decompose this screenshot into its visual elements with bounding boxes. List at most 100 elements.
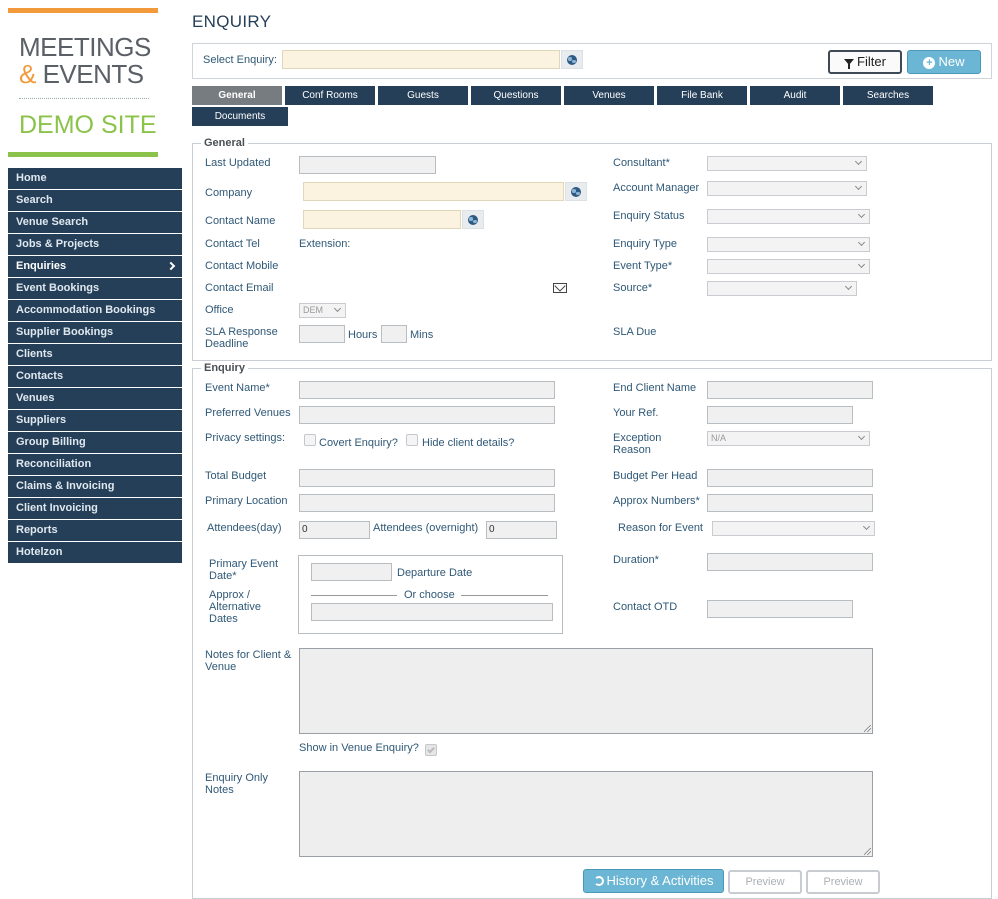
- office-select[interactable]: DEM: [299, 303, 346, 318]
- source-label: Source*: [613, 282, 653, 294]
- or-choose-label: Or choose: [404, 589, 455, 601]
- duration-input[interactable]: [707, 553, 873, 571]
- sidebar-item-enquiries[interactable]: Enquiries: [8, 256, 182, 277]
- sidebar-item-clients[interactable]: Clients: [8, 344, 182, 365]
- tab-conf-rooms[interactable]: Conf Rooms: [285, 86, 375, 105]
- sla-hours-input[interactable]: [299, 325, 345, 343]
- event-type-label: Event Type*: [613, 260, 673, 272]
- sidebar-item-search[interactable]: Search: [8, 190, 182, 211]
- or-choose-divider-right: [461, 595, 548, 596]
- sidebar-item-group-billing[interactable]: Group Billing: [8, 432, 182, 453]
- approx-dates-input[interactable]: [311, 603, 553, 621]
- company-input[interactable]: [303, 182, 564, 201]
- history-icon: [593, 876, 604, 886]
- preferred-venues-input[interactable]: [299, 406, 555, 424]
- enquiry-legend: Enquiry: [201, 362, 248, 374]
- tab-file-bank[interactable]: File Bank: [657, 86, 747, 105]
- approx-numbers-input[interactable]: [707, 494, 873, 512]
- resize-handle-icon[interactable]: [864, 725, 871, 732]
- sidebar-item-client-invoicing[interactable]: Client Invoicing: [8, 498, 182, 519]
- event-type-select[interactable]: [707, 259, 870, 274]
- tab-general[interactable]: General: [192, 86, 282, 105]
- sidebar-item-home[interactable]: Home: [8, 168, 182, 189]
- sidebar-item-venue-search[interactable]: Venue Search: [8, 212, 182, 233]
- tab-guests[interactable]: Guests: [378, 86, 468, 105]
- exception-reason-select[interactable]: N/A: [707, 431, 870, 446]
- primary-location-input[interactable]: [299, 494, 555, 512]
- sla-due-label: SLA Due: [613, 326, 657, 338]
- tab-searches[interactable]: Searches: [843, 86, 933, 105]
- company-label: Company: [205, 187, 253, 199]
- chevron-down-icon: [862, 522, 871, 531]
- company-lookup-button[interactable]: [565, 182, 587, 201]
- show-in-venue-checkbox[interactable]: [425, 744, 437, 756]
- sidebar-item-accommodation-bookings[interactable]: Accommodation Bookings: [8, 300, 182, 321]
- contact-otd-input[interactable]: [707, 600, 853, 618]
- source-select[interactable]: [707, 281, 857, 296]
- enquiry-type-select[interactable]: [707, 237, 870, 252]
- reason-for-event-select[interactable]: [712, 521, 875, 536]
- last-updated-field: [299, 156, 436, 174]
- sla-response-label: SLA Response Deadline: [205, 326, 278, 350]
- envelope-icon[interactable]: [553, 283, 567, 293]
- account-manager-label: Account Manager: [613, 182, 700, 194]
- tab-questions[interactable]: Questions: [471, 86, 561, 105]
- attendees-day-input[interactable]: 0: [299, 521, 370, 539]
- filter-button[interactable]: Filter: [828, 50, 902, 74]
- consultant-label: Consultant*: [613, 157, 670, 169]
- your-ref-label: Your Ref.: [613, 407, 659, 419]
- covert-enquiry-checkbox[interactable]: [304, 434, 316, 446]
- preview-button-2[interactable]: Preview: [806, 870, 880, 894]
- history-activities-button[interactable]: History & Activities: [583, 869, 724, 893]
- sidebar-item-jobs-projects[interactable]: Jobs & Projects: [8, 234, 182, 255]
- history-label: History & Activities: [606, 873, 714, 888]
- exception-reason-label: Exception Reason: [613, 432, 662, 456]
- enquiry-status-select[interactable]: [707, 209, 870, 224]
- preview-button-1[interactable]: Preview: [728, 870, 802, 894]
- event-name-label: Event Name*: [205, 382, 270, 394]
- sidebar-item-suppliers[interactable]: Suppliers: [8, 410, 182, 431]
- consultant-select[interactable]: [707, 156, 867, 171]
- notes-client-venue-textarea[interactable]: [299, 648, 873, 734]
- sidebar-item-venues[interactable]: Venues: [8, 388, 182, 409]
- hide-client-checkbox[interactable]: [406, 434, 418, 446]
- sidebar-item-supplier-bookings[interactable]: Supplier Bookings: [8, 322, 182, 343]
- sidebar-item-reconciliation[interactable]: Reconciliation: [8, 454, 182, 475]
- end-client-name-input[interactable]: [707, 381, 873, 399]
- event-name-input[interactable]: [299, 381, 555, 399]
- contact-name-lookup-button[interactable]: [462, 210, 484, 229]
- enquiry-only-notes-textarea[interactable]: [299, 771, 873, 857]
- sidebar-item-event-bookings[interactable]: Event Bookings: [8, 278, 182, 299]
- filter-label: Filter: [857, 54, 886, 69]
- contact-name-input[interactable]: [303, 210, 461, 229]
- approx-dates-label: Approx / Alternative Dates: [209, 589, 261, 625]
- general-legend: General: [201, 137, 248, 149]
- checkmark-icon: [427, 745, 435, 754]
- account-manager-select[interactable]: [707, 181, 867, 196]
- hours-label: Hours: [348, 329, 378, 341]
- sidebar-item-reports[interactable]: Reports: [8, 520, 182, 541]
- primary-event-date-input[interactable]: [311, 563, 392, 581]
- sidebar-nav: Home Search Venue Search Jobs & Projects…: [8, 168, 182, 564]
- sidebar-item-claims-invoicing[interactable]: Claims & Invoicing: [8, 476, 182, 497]
- sidebar-item-hotelzon[interactable]: Hotelzon: [8, 542, 182, 563]
- attendees-overnight-input[interactable]: 0: [486, 521, 557, 539]
- select-enquiry-lookup-button[interactable]: [561, 50, 583, 69]
- departure-date-label: Departure Date: [397, 567, 473, 579]
- budget-per-head-input[interactable]: [707, 469, 873, 487]
- total-budget-input[interactable]: [299, 469, 555, 487]
- sla-mins-input[interactable]: [381, 325, 407, 343]
- contact-email-label: Contact Email: [205, 282, 274, 294]
- resize-handle-icon[interactable]: [864, 848, 871, 855]
- tab-audit[interactable]: Audit: [750, 86, 840, 105]
- tab-venues[interactable]: Venues: [564, 86, 654, 105]
- tab-documents[interactable]: Documents: [192, 107, 288, 126]
- globe-icon: [571, 187, 581, 197]
- your-ref-input[interactable]: [707, 406, 853, 424]
- logo-divider: [19, 98, 149, 99]
- chevron-down-icon: [854, 157, 863, 166]
- page-title: ENQUIRY: [192, 12, 272, 31]
- sidebar-item-contacts[interactable]: Contacts: [8, 366, 182, 387]
- select-enquiry-input[interactable]: [282, 50, 560, 69]
- new-button[interactable]: + New: [907, 50, 981, 74]
